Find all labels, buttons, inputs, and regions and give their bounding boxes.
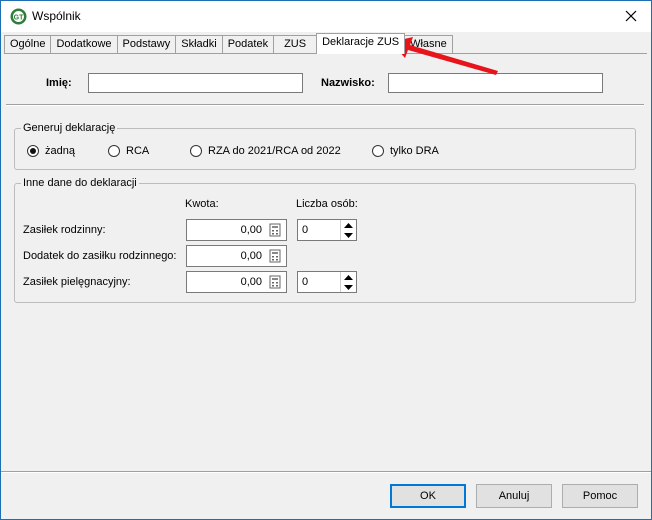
spin-down-icon[interactable] (341, 282, 356, 292)
calculator-icon[interactable] (268, 249, 282, 263)
care-allowance-label: Zasiłek pielęgnacyjny: (23, 276, 131, 288)
family-allowance-persons[interactable]: 0 (297, 219, 357, 241)
first-name-label: Imię: (46, 77, 72, 89)
tab-ogolne[interactable]: Ogólne (4, 35, 52, 54)
persons-header: Liczba osób: (296, 198, 358, 210)
radio-unselected-icon (372, 145, 384, 157)
family-allowance-amount[interactable]: 0,00 (186, 219, 287, 241)
family-allowance-supplement-label: Dodatek do zasiłku rodzinnego: (23, 250, 177, 262)
window-title: Wspólnik (32, 9, 81, 23)
tab-deklaracje-zus[interactable]: Deklaracje ZUS (316, 33, 406, 54)
first-name-field[interactable] (88, 73, 303, 93)
radio-only-dra[interactable]: tylko DRA (372, 145, 439, 157)
other-data-legend: Inne dane do deklaracji (23, 177, 137, 189)
close-button[interactable] (617, 4, 645, 28)
tab-panel-deklaracje-zus: Imię: Nazwisko: Generuj deklarację żadną… (4, 53, 647, 469)
tab-podstawy[interactable]: Podstawy (116, 35, 177, 54)
radio-none-label: żadną (45, 145, 75, 157)
tab-podatek[interactable]: Podatek (221, 35, 275, 54)
radio-rca[interactable]: RCA (108, 145, 149, 157)
tab-strip: Ogólne Dodatkowe Podstawy Składki Podate… (4, 33, 453, 54)
tab-skladki[interactable]: Składki (175, 35, 223, 54)
dialog-window: GT Wspólnik Ogólne Dodatkowe Podstawy Sk… (0, 0, 652, 520)
family-allowance-label: Zasiłek rodzinny: (23, 224, 106, 236)
family-allowance-supplement-amount[interactable]: 0,00 (186, 245, 287, 267)
radio-rza-rca-label: RZA do 2021/RCA od 2022 (208, 145, 341, 157)
tab-dodatkowe[interactable]: Dodatkowe (50, 35, 118, 54)
generate-declaration-legend: Generuj deklarację (23, 122, 116, 134)
calculator-icon[interactable] (268, 275, 282, 289)
cancel-button[interactable]: Anuluj (476, 484, 552, 508)
radio-none[interactable]: żadną (27, 145, 75, 157)
care-allowance-persons[interactable]: 0 (297, 271, 357, 293)
spin-up-icon[interactable] (341, 220, 356, 230)
radio-unselected-icon (108, 145, 120, 157)
amount-header: Kwota: (185, 198, 219, 210)
app-logo-icon: GT (10, 8, 27, 25)
radio-rza-rca[interactable]: RZA do 2021/RCA od 2022 (190, 145, 341, 157)
radio-only-dra-label: tylko DRA (390, 145, 439, 157)
last-name-label: Nazwisko: (321, 77, 375, 89)
tab-zus[interactable]: ZUS (273, 35, 318, 54)
svg-text:GT: GT (14, 15, 24, 22)
last-name-field[interactable] (388, 73, 603, 93)
tab-wlasne[interactable]: Własne (404, 35, 453, 54)
title-bar: GT Wspólnik (1, 1, 651, 32)
footer-separator (1, 471, 651, 473)
close-icon (625, 10, 637, 22)
care-allowance-amount[interactable]: 0,00 (186, 271, 287, 293)
calculator-icon[interactable] (268, 223, 282, 237)
ok-button[interactable]: OK (390, 484, 466, 508)
radio-selected-icon (27, 145, 39, 157)
radio-rca-label: RCA (126, 145, 150, 157)
help-button[interactable]: Pomoc (562, 484, 638, 508)
spin-down-icon[interactable] (341, 230, 356, 240)
spin-up-icon[interactable] (341, 272, 356, 282)
radio-unselected-icon (190, 145, 202, 157)
separator (6, 104, 644, 106)
